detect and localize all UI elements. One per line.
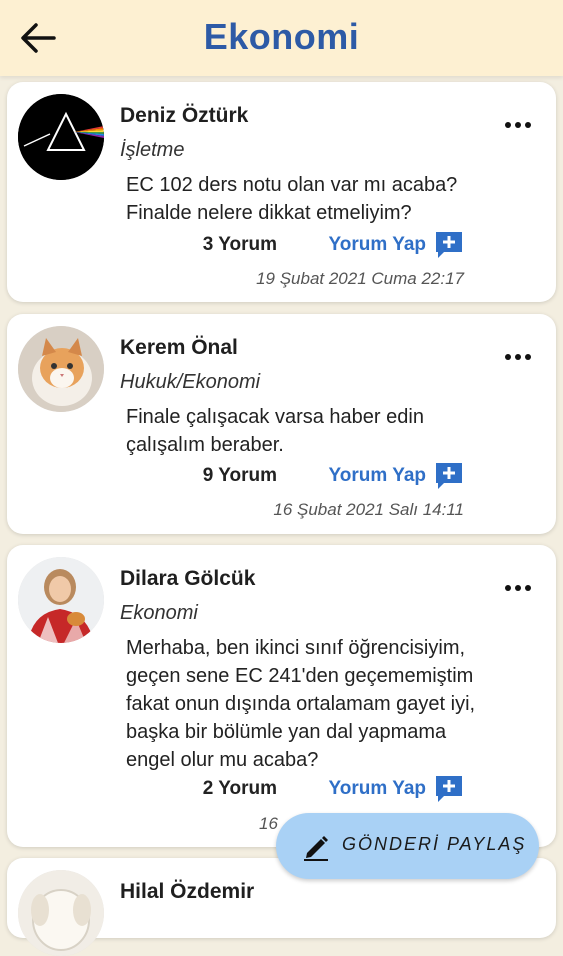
person-avatar-image (18, 557, 104, 643)
post-card[interactable]: Kerem Önal Hukuk/Ekonomi Finale çalışaca… (7, 314, 556, 534)
post-text: EC 102 ders notu olan var mı acaba? Fina… (126, 174, 458, 224)
post-date: 19 Şubat 2021 Cuma 22:17 (256, 269, 464, 288)
comment-button[interactable]: Yorum Yap (324, 230, 464, 262)
comment-count[interactable]: 9 Yorum (203, 465, 277, 487)
add-comment-icon (436, 463, 462, 489)
post-author[interactable]: Deniz Öztürk (120, 104, 248, 128)
post-department: Ekonomi (120, 602, 198, 624)
share-post-button[interactable]: GÖNDERİ PAYLAŞ (276, 813, 539, 879)
comment-button[interactable]: Yorum Yap (324, 774, 464, 806)
pencil-icon (304, 836, 328, 861)
post-author[interactable]: Dilara Gölcük (120, 567, 255, 591)
page-title: Ekonomi (203, 16, 360, 57)
post-card[interactable]: Deniz Öztürk İşletme EC 102 ders notu ol… (7, 82, 556, 302)
post-text: Finale çalışacak varsa haber edin çalışa… (126, 406, 424, 456)
comment-button[interactable]: Yorum Yap (324, 461, 464, 493)
cat-avatar-image (18, 326, 104, 412)
post-department: Hukuk/Ekonomi (120, 371, 261, 393)
comment-button-label: Yorum Yap (328, 778, 427, 799)
post-card[interactable]: Dilara Gölcük Ekonomi Merhaba, ben ikinc… (7, 545, 556, 847)
comment-button-label: Yorum Yap (328, 465, 427, 486)
avatar[interactable] (18, 326, 104, 412)
more-options-icon[interactable] (504, 583, 532, 593)
avatar[interactable] (18, 94, 104, 180)
post-date: 16 Şubat 2021 Salı 14:11 (273, 500, 464, 519)
more-options-icon[interactable] (504, 120, 532, 130)
app-header: Ekonomi (0, 0, 563, 76)
comment-button-label: Yorum Yap (328, 234, 427, 255)
post-date: 16 (259, 814, 278, 833)
post-feed: Deniz Öztürk İşletme EC 102 ders notu ol… (0, 0, 563, 956)
prism-avatar-image (18, 94, 104, 180)
comment-count[interactable]: 2 Yorum (203, 778, 277, 800)
add-comment-icon (436, 232, 462, 258)
share-post-label: GÖNDERİ PAYLAŞ (342, 834, 527, 854)
comment-count[interactable]: 3 Yorum (203, 234, 277, 256)
avatar[interactable] (18, 870, 104, 956)
post-department: İşletme (120, 139, 185, 161)
post-author[interactable]: Kerem Önal (120, 336, 238, 360)
more-options-icon[interactable] (504, 352, 532, 362)
avatar[interactable] (18, 557, 104, 643)
post-author[interactable]: Hilal Özdemir (120, 880, 254, 904)
post-text: Merhaba, ben ikinci sınıf öğrencisiyim, … (126, 637, 476, 771)
add-comment-icon (436, 776, 462, 802)
dog-avatar-image (18, 870, 104, 956)
